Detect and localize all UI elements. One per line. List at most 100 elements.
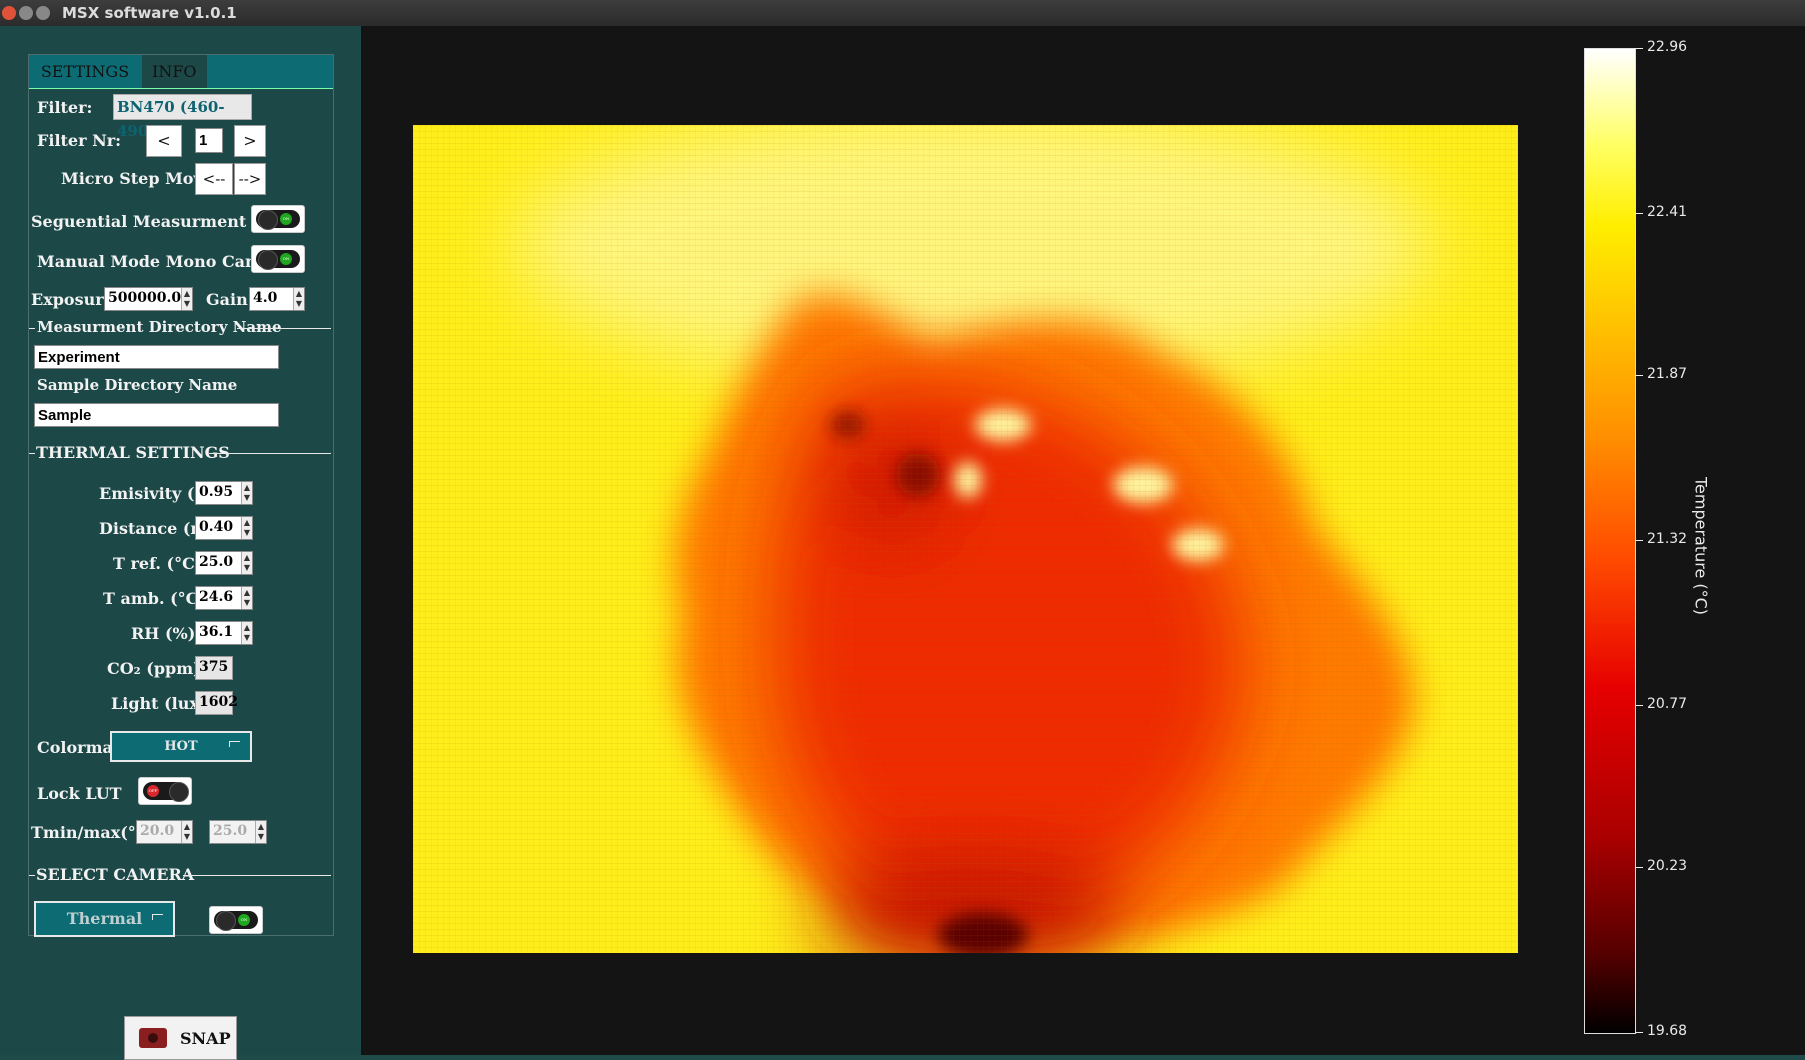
tab-bar: SETTINGS INFO	[29, 55, 333, 89]
filter-value: BN470 (460-490nm)	[113, 94, 252, 140]
camera-toggle[interactable]: ON	[209, 906, 263, 934]
colorbar-label: Temperature (°C)	[1691, 476, 1711, 616]
minimize-window-icon[interactable]	[19, 6, 33, 20]
section-divider	[237, 328, 331, 329]
select-camera-heading: SELECT CAMERA	[36, 865, 195, 884]
rh-value: 36.1	[199, 624, 234, 640]
spin-arrows-icon[interactable]: ▲ ▼	[241, 552, 252, 574]
spin-arrows-icon[interactable]: ▲ ▼	[293, 288, 304, 310]
sequential-measurement-label: Seguential Measurment	[31, 212, 247, 231]
exposure-spinbox[interactable]: 500000.0 ▲ ▼	[104, 287, 193, 311]
close-window-icon[interactable]	[2, 6, 16, 20]
section-divider	[183, 875, 331, 876]
colorbar-tick-label: 22.96	[1647, 39, 1688, 55]
section-divider	[29, 875, 35, 876]
image-viewer: 22.96 22.41 21.87 21.32 20.77 20.23 19.68 Temp…	[361, 26, 1805, 1055]
tab-settings[interactable]: SETTINGS	[29, 55, 141, 88]
toggle-knob	[258, 210, 278, 230]
toggle-knob	[169, 782, 189, 802]
gain-value: 4.0	[253, 290, 278, 306]
window-title: MSX software v1.0.1	[62, 4, 237, 22]
distance-value: 0.40	[199, 519, 234, 535]
colorbar-tick-label: 22.41	[1647, 204, 1688, 220]
tmin-value: 20.0	[140, 823, 175, 839]
spin-arrows-icon[interactable]: ▲ ▼	[241, 622, 252, 644]
section-divider	[29, 328, 35, 329]
spin-arrows-icon[interactable]: ▲ ▼	[181, 821, 192, 843]
camera-value: Thermal	[66, 909, 143, 928]
colorbar-tick-label: 21.32	[1647, 531, 1688, 547]
lock-lut-label: Lock LUT	[37, 784, 122, 803]
sidebar: SETTINGS INFO Filter: BN470 (460-490nm) …	[0, 26, 361, 1060]
colormap-value: HOT	[164, 739, 198, 754]
filter-prev-button[interactable]: <	[146, 125, 182, 157]
colorbar-tick	[1635, 705, 1643, 706]
title-bar: MSX software v1.0.1	[0, 0, 1805, 26]
spin-arrows-icon[interactable]: ▲ ▼	[241, 482, 252, 504]
toggle-on-indicator: ON	[280, 213, 292, 225]
thermal-settings-heading: THERMAL SETTINGS	[36, 443, 230, 462]
colorbar-tick	[1635, 867, 1643, 868]
micro-step-right-button[interactable]: -->	[234, 163, 266, 195]
sequential-measurement-toggle[interactable]: ON	[251, 205, 305, 233]
rh-label: RH (%):	[131, 624, 202, 643]
tmax-spinbox[interactable]: 25.0 ▲ ▼	[209, 820, 267, 844]
manual-mode-label: Manual Mode Mono Cam	[37, 252, 262, 271]
distance-spinbox[interactable]: 0.40 ▲ ▼	[195, 516, 253, 540]
tmin-spinbox[interactable]: 20.0 ▲ ▼	[136, 820, 193, 844]
section-divider	[209, 453, 331, 454]
toggle-on-indicator: ON	[238, 914, 250, 926]
spin-arrows-icon[interactable]: ▲ ▼	[241, 587, 252, 609]
colorbar-tick	[1635, 48, 1643, 49]
filter-label: Filter:	[37, 98, 93, 117]
colorbar-tick-label: 20.23	[1647, 858, 1688, 874]
lock-lut-toggle[interactable]: OFF	[138, 777, 192, 805]
camera-icon	[139, 1028, 167, 1048]
emissivity-spinbox[interactable]: 0.95 ▲ ▼	[195, 481, 253, 505]
thermal-image-graphic	[413, 125, 1518, 953]
maximize-window-icon[interactable]	[36, 6, 50, 20]
light-value: 1602	[195, 691, 238, 715]
colorbar-tick	[1635, 213, 1643, 214]
colormap-dropdown[interactable]: HOT	[110, 731, 252, 762]
sample-directory-input[interactable]	[34, 403, 279, 427]
toggle-knob	[216, 911, 236, 931]
filter-nr-input[interactable]	[195, 128, 223, 153]
tref-spinbox[interactable]: 25.0 ▲ ▼	[195, 551, 253, 575]
colorbar	[1584, 48, 1636, 1034]
co2-value: 375	[195, 656, 233, 680]
spin-arrows-icon[interactable]: ▲ ▼	[241, 517, 252, 539]
tamb-value: 24.6	[199, 589, 234, 605]
exposure-value: 500000.0	[108, 290, 182, 306]
sample-directory-label: Sample Directory Name	[37, 376, 238, 394]
co2-label: CO₂ (ppm):	[107, 659, 207, 678]
colorbar-tick	[1635, 375, 1643, 376]
toggle-off-indicator: OFF	[147, 785, 159, 797]
rh-spinbox[interactable]: 36.1 ▲ ▼	[195, 621, 253, 645]
dropdown-arrow-icon	[152, 914, 163, 920]
camera-dropdown[interactable]: Thermal	[34, 901, 175, 937]
colorbar-tick-label: 20.77	[1647, 696, 1688, 712]
micro-step-left-button[interactable]: <--	[195, 163, 233, 195]
spin-arrows-icon[interactable]: ▲ ▼	[255, 821, 266, 843]
tamb-spinbox[interactable]: 24.6 ▲ ▼	[195, 586, 253, 610]
settings-panel: SETTINGS INFO Filter: BN470 (460-490nm) …	[28, 54, 334, 937]
colorbar-tick	[1635, 1032, 1643, 1033]
toggle-knob	[258, 250, 278, 270]
section-divider	[29, 453, 35, 454]
colorbar-tick-label: 19.68	[1647, 1023, 1688, 1039]
snap-button-label: SNAP	[180, 1029, 231, 1048]
manual-mode-toggle[interactable]: ON	[251, 245, 305, 273]
colorbar-tick	[1635, 540, 1643, 541]
colorbar-tick-label: 21.87	[1647, 366, 1688, 382]
tref-value: 25.0	[199, 554, 234, 570]
gain-spinbox[interactable]: 4.0 ▲ ▼	[249, 287, 305, 311]
snap-button[interactable]: SNAP	[124, 1016, 237, 1060]
tab-info[interactable]: INFO	[142, 55, 207, 88]
measurement-directory-input[interactable]	[34, 345, 279, 369]
dropdown-arrow-icon	[229, 741, 240, 747]
filter-next-button[interactable]: >	[234, 125, 266, 157]
spin-arrows-icon[interactable]: ▲ ▼	[181, 288, 192, 310]
measurement-directory-label: Measurment Directory Name	[37, 318, 282, 336]
tmax-value: 25.0	[213, 823, 248, 839]
